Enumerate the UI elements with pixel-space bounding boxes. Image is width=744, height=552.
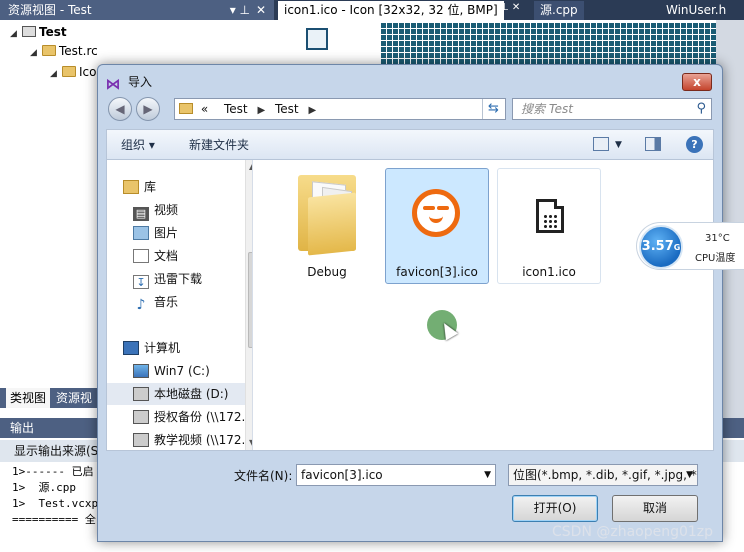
nav-item-pictures[interactable]: 图片 <box>133 222 178 244</box>
output-line: 1> Test.vcxp <box>12 497 99 510</box>
project-icon <box>22 26 36 37</box>
nav-item-computer[interactable]: 计算机 <box>123 337 180 359</box>
video-icon: ▤ <box>133 207 149 221</box>
chevron-down-icon[interactable]: ▼ <box>484 465 491 485</box>
expand-triangle-icon[interactable]: ◢ <box>50 64 62 84</box>
nav-item-video[interactable]: ▤ 视频 <box>133 199 178 221</box>
search-input[interactable]: 搜索 Test ⚲ <box>512 98 712 120</box>
filename-label: 文件名(N): <box>234 469 293 483</box>
breadcrumb-item[interactable]: Test <box>275 102 299 116</box>
breadcrumb-separator-icon[interactable]: ▶ <box>308 105 316 116</box>
import-dialog: ⋈ 导入 x ◀ ▶ « Test ▶ Test ▶ ⇆ 搜索 Test ⚲ 组织… <box>97 64 723 542</box>
pin-icon[interactable]: ▾ ⊥ <box>230 0 250 20</box>
tab-resource-view[interactable]: 资源视 <box>56 388 92 408</box>
nav-item-music[interactable]: ♪ 音乐 <box>133 291 178 313</box>
network-drive-icon <box>133 410 149 424</box>
favicon-icon <box>412 189 460 237</box>
view-dropdown-icon[interactable]: ▼ <box>615 130 622 160</box>
breadcrumb-separator-icon[interactable]: ▶ <box>257 105 265 116</box>
address-bar[interactable]: « Test ▶ Test ▶ <box>174 98 506 120</box>
output-line: ========== 全 <box>12 513 96 526</box>
drive-icon <box>133 387 149 401</box>
file-item-favicon[interactable]: favicon[3].ico <box>385 168 489 284</box>
icon-thumbnail[interactable] <box>306 28 328 50</box>
visual-studio-icon: ⋈ <box>105 75 121 93</box>
expand-triangle-icon[interactable]: ◢ <box>10 24 22 44</box>
icon-file-icon <box>536 199 564 233</box>
document-icon <box>133 249 149 263</box>
tree-item-project[interactable]: ◢ Test <box>10 22 67 42</box>
scroll-down-icon[interactable]: ▼ <box>249 438 252 447</box>
view-options-icon[interactable] <box>593 137 609 151</box>
organize-button[interactable]: 组织 ▾ <box>121 130 155 160</box>
speed-indicator: 3.57G <box>639 225 683 269</box>
drive-icon <box>133 364 149 378</box>
folder-icon <box>298 175 356 256</box>
music-icon: ♪ <box>136 297 146 313</box>
scroll-thumb[interactable] <box>248 252 252 348</box>
network-drive-icon <box>133 433 149 447</box>
close-icon[interactable]: ✕ <box>256 0 266 20</box>
download-icon: ↧ <box>133 275 149 289</box>
cpu-temperature: 31°C <box>705 233 730 244</box>
chevron-down-icon[interactable]: ▼ <box>686 465 693 485</box>
file-list: Debug favicon[3].ico icon1.ico <box>265 160 705 450</box>
folder-icon <box>179 103 193 114</box>
search-icon[interactable]: ⚲ <box>696 99 706 119</box>
back-button[interactable]: ◀ <box>108 97 132 121</box>
output-line: 1> 源.cpp <box>12 481 76 494</box>
dialog-title: ⋈ 导入 <box>105 75 153 93</box>
navigation-pane: 库 ▤ 视频 图片 文档 ↧ 迅雷下载 ♪ 音乐 计算机 Win7 (C:) 本… <box>107 160 253 450</box>
nav-item-drive-d[interactable]: 本地磁盘 (D:) <box>107 383 245 405</box>
pane-title: 资源视图 - Test <box>8 3 92 17</box>
nav-item-library[interactable]: 库 <box>123 176 156 198</box>
file-item-icon1[interactable]: icon1.ico <box>497 168 601 284</box>
filename-input[interactable]: favicon[3].ico ▼ <box>296 464 496 486</box>
refresh-icon[interactable]: ⇆ <box>482 99 504 119</box>
breadcrumb-overflow[interactable]: « <box>201 102 208 116</box>
toolbar: 组织 ▾ 新建文件夹 ▼ ? <box>106 129 714 159</box>
tree-item-rc[interactable]: ◢ Test.rc <box>30 41 98 61</box>
close-button[interactable]: x <box>682 73 712 91</box>
watermark: CSDN @zhaopeng01zp <box>552 524 714 540</box>
nav-item-downloads[interactable]: ↧ 迅雷下载 <box>133 268 202 290</box>
cancel-button[interactable]: 取消 <box>612 495 698 522</box>
document-tabs: icon1.ico - Icon [32x32, 32 位, BMP] ⊥ ✕ … <box>274 0 744 20</box>
library-icon <box>123 180 139 194</box>
computer-icon <box>123 341 139 355</box>
tree-item-icon[interactable]: ◢ Ico <box>50 62 96 82</box>
file-browser: 库 ▤ 视频 图片 文档 ↧ 迅雷下载 ♪ 音乐 计算机 Win7 (C:) 本… <box>106 159 714 451</box>
picture-icon <box>133 226 149 240</box>
open-button[interactable]: 打开(O) <box>512 495 598 522</box>
file-name: icon1.ico <box>522 265 576 279</box>
output-line: 1>------ 已启 <box>12 465 94 478</box>
file-name: favicon[3].ico <box>396 265 478 279</box>
file-item-debug[interactable]: Debug <box>275 168 379 284</box>
forward-button[interactable]: ▶ <box>136 97 160 121</box>
nav-item-documents[interactable]: 文档 <box>133 245 178 267</box>
nav-scrollbar[interactable]: ▲ ▼ <box>245 160 252 450</box>
pin-icon[interactable]: ⊥ ✕ <box>500 2 520 13</box>
folder-icon <box>42 45 56 56</box>
tab-class-view[interactable]: 类视图 <box>6 388 51 408</box>
scroll-up-icon[interactable]: ▲ <box>249 162 252 171</box>
nav-item-drive-c[interactable]: Win7 (C:) <box>133 360 210 382</box>
file-name: Debug <box>307 265 347 279</box>
tab-source-cpp[interactable]: 源.cpp <box>534 1 584 20</box>
nav-item-network-video[interactable]: 教学视频 (\\172. <box>133 429 245 450</box>
cpu-temperature-label: CPU温度 <box>695 253 736 264</box>
help-icon[interactable]: ? <box>686 136 703 153</box>
breadcrumb-item[interactable]: Test <box>224 102 248 116</box>
tab-winuser-h[interactable]: WinUser.h <box>660 1 733 20</box>
preview-pane-icon[interactable] <box>645 137 661 151</box>
new-folder-button[interactable]: 新建文件夹 <box>189 130 249 160</box>
tab-icon1-ico[interactable]: icon1.ico - Icon [32x32, 32 位, BMP] <box>278 1 504 20</box>
folder-icon <box>62 66 76 77</box>
pane-title-bar: 资源视图 - Test ▾ ⊥ ✕ <box>0 0 274 20</box>
expand-triangle-icon[interactable]: ◢ <box>30 43 42 63</box>
nav-item-network-backup[interactable]: 授权备份 (\\172. <box>133 406 245 428</box>
filetype-select[interactable]: 位图(*.bmp, *.dib, *.gif, *.jpg, * ▼ <box>508 464 698 486</box>
cpu-widget[interactable]: 3.57G 31°C CPU温度 <box>636 222 744 270</box>
